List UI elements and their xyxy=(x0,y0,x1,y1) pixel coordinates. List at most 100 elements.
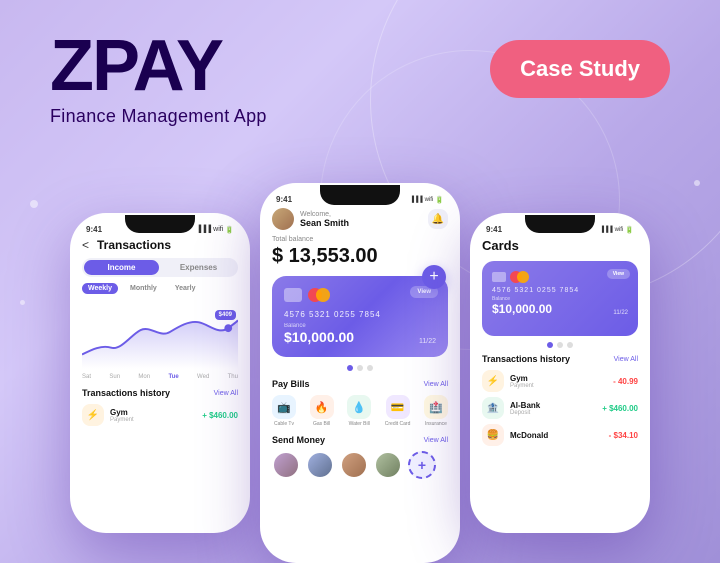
card-balance-section: Balance $10,000.00 xyxy=(284,323,354,345)
bill-insurance[interactable]: 🏥 Insurance xyxy=(424,395,448,427)
mastercard-circle-orange xyxy=(316,288,330,302)
tab-expenses[interactable]: Expenses xyxy=(161,260,236,275)
days-row: Sat Sun Mon Tue Wed Thu xyxy=(82,374,238,380)
day-thu: Thu xyxy=(228,374,238,380)
send-avatar-2[interactable] xyxy=(306,451,334,479)
user-row: Welcome, Sean Smith 🔔 xyxy=(272,208,448,230)
battery-icon: 🔋 xyxy=(225,226,234,234)
logo-section: ZPAY Finance Management App xyxy=(50,30,267,127)
battery-icon-c: 🔋 xyxy=(435,196,444,204)
dot-2 xyxy=(357,365,363,371)
time-right: 9:41 xyxy=(486,225,502,234)
balance-label: Total balance xyxy=(272,236,448,243)
card-expiry-right: 11/22 xyxy=(613,310,628,316)
wifi-icon-c: wifi xyxy=(425,197,434,203)
bill-credit-card[interactable]: 💳 Credit Card xyxy=(385,395,411,427)
status-icons-right: ▐▐▐ wifi 🔋 xyxy=(600,226,634,234)
view-all-link-left[interactable]: View All xyxy=(214,390,238,397)
app-subtitle: Finance Management App xyxy=(50,106,267,127)
tab-income[interactable]: Income xyxy=(84,260,159,275)
card-view-btn-right[interactable]: View xyxy=(607,269,630,279)
card-widget-center: View 4576 5321 0255 7854 Balance $10,000… xyxy=(272,276,448,357)
period-monthly[interactable]: Monthly xyxy=(124,283,163,294)
send-avatar-4[interactable] xyxy=(374,451,402,479)
send-money-title: Send Money xyxy=(272,435,325,445)
dot-r2 xyxy=(557,342,563,348)
notification-icon[interactable]: 🔔 xyxy=(428,209,448,229)
balance-amount: $ 13,553.00 xyxy=(272,245,448,268)
time-left: 9:41 xyxy=(86,225,102,234)
history-label: Transactions history xyxy=(82,388,170,398)
period-yearly[interactable]: Yearly xyxy=(169,283,202,294)
day-sun: Sun xyxy=(109,374,120,380)
line-chart xyxy=(82,300,238,370)
period-weekly[interactable]: Weekly xyxy=(82,283,118,294)
trans-amount-mcd-right: - $34.10 xyxy=(609,431,638,440)
card-logos-right xyxy=(510,271,529,283)
insurance-label: Insurance xyxy=(425,421,447,427)
chart-value-label: $409 xyxy=(215,310,236,320)
trans-icon-mcd-right: 🍔 xyxy=(482,424,504,446)
mc-orange-right xyxy=(517,271,529,283)
phone-center-content: Welcome, Sean Smith 🔔 Total balance $ 13… xyxy=(262,204,458,550)
credit-card-label: Credit Card xyxy=(385,421,411,427)
back-arrow-icon[interactable]: < xyxy=(82,238,89,252)
cards-screen-title: Cards xyxy=(482,238,638,253)
card-pagination-dots xyxy=(272,365,448,371)
card-balance-amount: $10,000.00 xyxy=(284,329,354,345)
card-number-right: 4576 5321 0255 7854 xyxy=(492,287,628,294)
user-name: Sean Smith xyxy=(300,218,428,228)
pay-bills-view-all[interactable]: View All xyxy=(424,381,448,388)
day-wed: Wed xyxy=(197,374,209,380)
income-expense-tabs: Income Expenses xyxy=(82,258,238,277)
user-avatar xyxy=(272,208,294,230)
pay-bills-title: Pay Bills xyxy=(272,379,310,389)
dot-1 xyxy=(347,365,353,371)
trans-name-gym-right: Gym xyxy=(510,374,607,383)
status-icons-center: ▐▐▐ wifi 🔋 xyxy=(410,196,444,204)
send-money-avatars: + xyxy=(272,451,448,479)
bill-cable-tv[interactable]: 📺 Cable Tv xyxy=(272,395,296,427)
trans-name-mcd-right: McDonald xyxy=(510,431,603,440)
battery-icon-r: 🔋 xyxy=(625,226,634,234)
fab-plus-button[interactable]: + xyxy=(422,265,446,289)
trans-item-mcd-right: 🍔 McDonald - $34.10 xyxy=(482,424,638,446)
send-money-view-all[interactable]: View All xyxy=(424,437,448,444)
trans-item-albank-right: 🏦 Al-Bank Deposit + $460.00 xyxy=(482,397,638,419)
send-avatar-1[interactable] xyxy=(272,451,300,479)
wifi-icon-r: wifi xyxy=(615,227,624,233)
day-tue: Tue xyxy=(168,374,178,380)
trans-item-gym-right: ⚡ Gym Payment - 40.99 xyxy=(482,370,638,392)
send-money-section-header: Send Money View All xyxy=(272,435,448,445)
signal-icon-c: ▐▐▐ xyxy=(410,197,423,203)
credit-card-bill-icon: 💳 xyxy=(386,395,410,419)
view-all-right[interactable]: View All xyxy=(614,356,638,363)
transactions-header: < Transactions xyxy=(82,238,238,252)
cable-tv-icon: 📺 xyxy=(272,395,296,419)
card-chip-right xyxy=(492,272,506,282)
card-bottom-row: Balance $10,000.00 11/22 xyxy=(284,323,436,345)
send-avatar-3[interactable] xyxy=(340,451,368,479)
trans-type-albank-right: Deposit xyxy=(510,410,596,416)
card-widget-right: View 4576 5321 0255 7854 Balance $10,000… xyxy=(482,261,638,336)
pay-bills-section-header: Pay Bills View All xyxy=(272,379,448,389)
gym-icon: ⚡ xyxy=(87,410,99,421)
notch-center xyxy=(320,185,400,205)
phone-right-content: Cards View 4576 5321 0255 7854 Balance $… xyxy=(472,234,648,520)
trans-amount-albank-right: + $460.00 xyxy=(602,404,638,413)
phone-left: 9:41 ▐▐▐ wifi 🔋 < Transactions Income Ex… xyxy=(70,213,250,533)
card-number-center: 4576 5321 0255 7854 xyxy=(284,310,436,319)
case-study-badge[interactable]: Case Study xyxy=(490,40,670,98)
dot-r3 xyxy=(567,342,573,348)
gym-icon-right: ⚡ xyxy=(487,376,499,387)
trans-type-gym-right: Payment xyxy=(510,383,607,389)
transactions-title: Transactions xyxy=(97,238,171,252)
bill-water[interactable]: 💧 Water Bill xyxy=(347,395,371,427)
add-recipient-button[interactable]: + xyxy=(408,451,436,479)
chart-area: $409 xyxy=(82,300,238,370)
bill-gas[interactable]: 🔥 Gas Bill xyxy=(310,395,334,427)
trans-info-albank-right: Al-Bank Deposit xyxy=(510,401,596,416)
time-center: 9:41 xyxy=(276,195,292,204)
signal-icon: ▐▐▐ xyxy=(196,226,211,233)
insurance-icon: 🏥 xyxy=(424,395,448,419)
